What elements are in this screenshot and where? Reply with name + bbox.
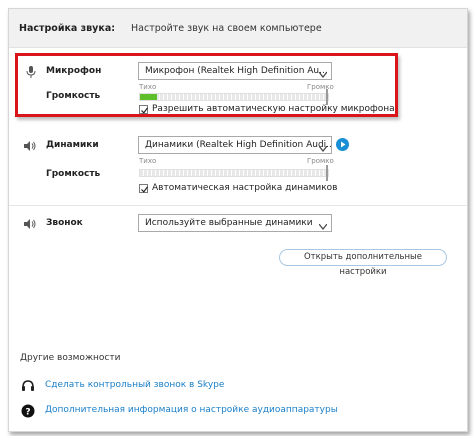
speaker-icon — [23, 140, 37, 152]
speakers-volume-meter[interactable] — [139, 165, 329, 181]
speakers-scale-high: Громко — [307, 157, 334, 165]
ringer-select-value: Используйте выбранные динамики — [145, 218, 313, 228]
page-subtitle: Настройте звук на своем компьютере — [131, 23, 322, 34]
open-advanced-settings-button[interactable]: Открыть дополнительные настройки — [279, 249, 447, 277]
ringer-select[interactable]: Используйте выбранные динамики — [138, 214, 332, 232]
audio-help-link-text[interactable]: Дополнительная информация о настройке ау… — [45, 405, 338, 415]
speakers-volume-label: Громкость — [46, 169, 101, 179]
speakers-auto-checkbox[interactable] — [139, 184, 148, 193]
audio-settings-panel: Настройка звука: Настройте звук на своем… — [8, 8, 468, 432]
headset-icon — [21, 379, 35, 396]
speakers-auto-label: Автоматическая настройка динамиков — [152, 183, 338, 193]
speakers-scale-low: Тихо — [139, 157, 157, 165]
chevron-down-icon — [318, 142, 328, 152]
speakers-select[interactable]: Динамики (Realtek High Definition Audi..… — [138, 136, 332, 154]
section-divider — [9, 205, 467, 206]
page-title: Настройка звука: — [19, 23, 116, 34]
ringer-label: Звонок — [46, 218, 83, 228]
svg-text:?: ? — [25, 408, 30, 418]
speakers-select-value: Динамики (Realtek High Definition Audi..… — [145, 140, 332, 150]
help-icon: ? — [21, 404, 35, 421]
speakers-volume-handle[interactable] — [326, 165, 328, 181]
speaker-icon — [23, 218, 37, 230]
chevron-down-icon — [318, 220, 328, 230]
other-options-title: Другие возможности — [20, 353, 121, 363]
speakers-label: Динамики — [46, 140, 99, 150]
test-call-link-text[interactable]: Сделать контрольный звонок в Skype — [45, 380, 224, 390]
play-test-sound-button[interactable] — [336, 138, 349, 151]
panel-header: Настройка звука: Настройте звук на своем… — [9, 9, 467, 48]
test-call-link[interactable]: Сделать контрольный звонок в Skype — [21, 379, 321, 393]
highlight-box — [15, 53, 398, 117]
audio-help-link[interactable]: ? Дополнительная информация о настройке … — [21, 404, 351, 418]
